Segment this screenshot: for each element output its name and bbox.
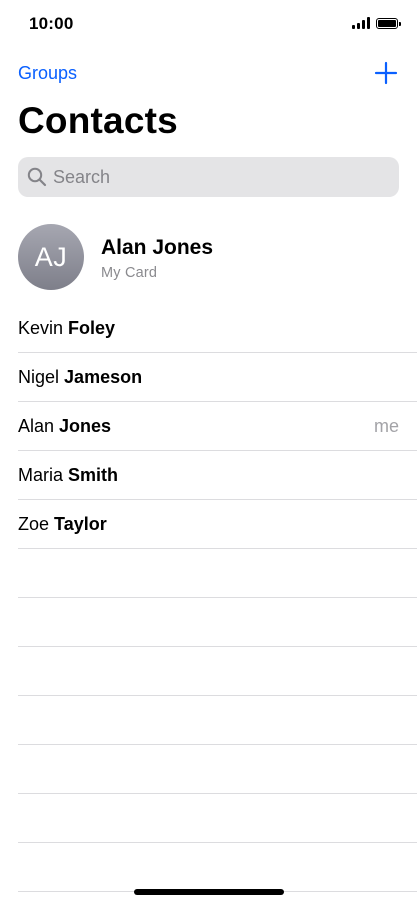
navigation-bar: Groups: [0, 54, 417, 94]
page-title: Contacts: [18, 100, 178, 141]
contact-name: Nigel Jameson: [18, 367, 142, 388]
cellular-signal-icon: [352, 17, 370, 29]
contact-last-name: Smith: [68, 465, 119, 485]
contact-last-name: Taylor: [54, 514, 107, 534]
my-card[interactable]: AJ Alan Jones My Card: [0, 224, 417, 294]
empty-row: [0, 794, 417, 843]
empty-row: [0, 745, 417, 794]
contact-first-name: Zoe: [18, 514, 50, 534]
contact-row[interactable]: Alan Jones me: [0, 402, 417, 451]
contact-row[interactable]: Zoe Taylor: [0, 500, 417, 549]
search-input[interactable]: [53, 166, 373, 188]
empty-row: [0, 647, 417, 696]
home-indicator[interactable]: [134, 889, 284, 895]
contact-first-name: Maria: [18, 465, 64, 485]
search-icon: [27, 167, 47, 187]
contact-name: Kevin Foley: [18, 318, 115, 339]
contact-row[interactable]: Kevin Foley: [0, 304, 417, 353]
contact-list: Kevin Foley Nigel Jameson Alan Jones me …: [0, 304, 417, 892]
contact-last-name: Foley: [68, 318, 116, 338]
contact-last-name: Jameson: [64, 367, 143, 387]
contact-name: Alan Jones: [18, 416, 111, 437]
my-card-name: Alan Jones: [101, 236, 214, 259]
plus-icon[interactable]: [373, 60, 399, 86]
search-bar[interactable]: [18, 157, 399, 197]
avatar: AJ: [18, 224, 84, 290]
contact-name: Maria Smith: [18, 465, 118, 486]
empty-row: [0, 843, 417, 892]
me-badge: me: [373, 416, 399, 436]
empty-row: [0, 549, 417, 598]
my-card-subtitle: My Card: [101, 265, 158, 281]
contact-last-name: Jones: [59, 416, 112, 436]
contact-name: Zoe Taylor: [18, 514, 107, 535]
contact-row[interactable]: Nigel Jameson: [0, 353, 417, 402]
contact-first-name: Alan: [18, 416, 55, 436]
status-time: 10:00: [29, 14, 74, 33]
contact-first-name: Nigel: [18, 367, 60, 387]
empty-row: [0, 598, 417, 647]
battery-icon: [376, 17, 401, 29]
status-icons: [352, 17, 401, 29]
empty-row: [0, 696, 417, 745]
status-bar: 10:00: [0, 0, 417, 50]
groups-button[interactable]: Groups: [18, 63, 77, 84]
contact-row[interactable]: Maria Smith: [0, 451, 417, 500]
contact-first-name: Kevin: [18, 318, 64, 338]
